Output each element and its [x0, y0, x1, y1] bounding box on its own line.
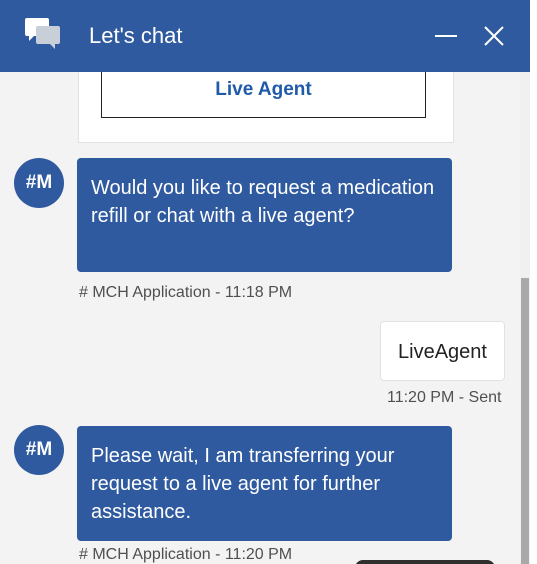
chat-bubbles-icon	[25, 18, 60, 49]
bot-message: Would you like to request a medication r…	[77, 158, 452, 272]
live-agent-button[interactable]: Live Agent	[101, 72, 426, 118]
message-meta: # MCH Application - 11:20 PM	[79, 546, 293, 563]
chat-header: Let's chat	[0, 0, 530, 72]
chat-title: Let's chat	[89, 23, 183, 48]
bot-avatar: #M	[14, 158, 64, 208]
message-meta: # MCH Application - 11:18 PM	[79, 284, 293, 301]
message-meta: 11:20 PM - Sent	[387, 389, 502, 406]
chat-window: Let's chat Live Agent #M Would you like …	[0, 0, 530, 564]
scrollbar-thumb[interactable]	[521, 278, 529, 564]
user-message: LiveAgent	[380, 321, 505, 381]
bot-message: Please wait, I am transferring your requ…	[77, 426, 452, 541]
minimize-icon[interactable]	[433, 23, 459, 49]
bot-avatar: #M	[14, 425, 64, 475]
close-icon[interactable]	[481, 23, 507, 49]
partial-element	[355, 560, 495, 564]
